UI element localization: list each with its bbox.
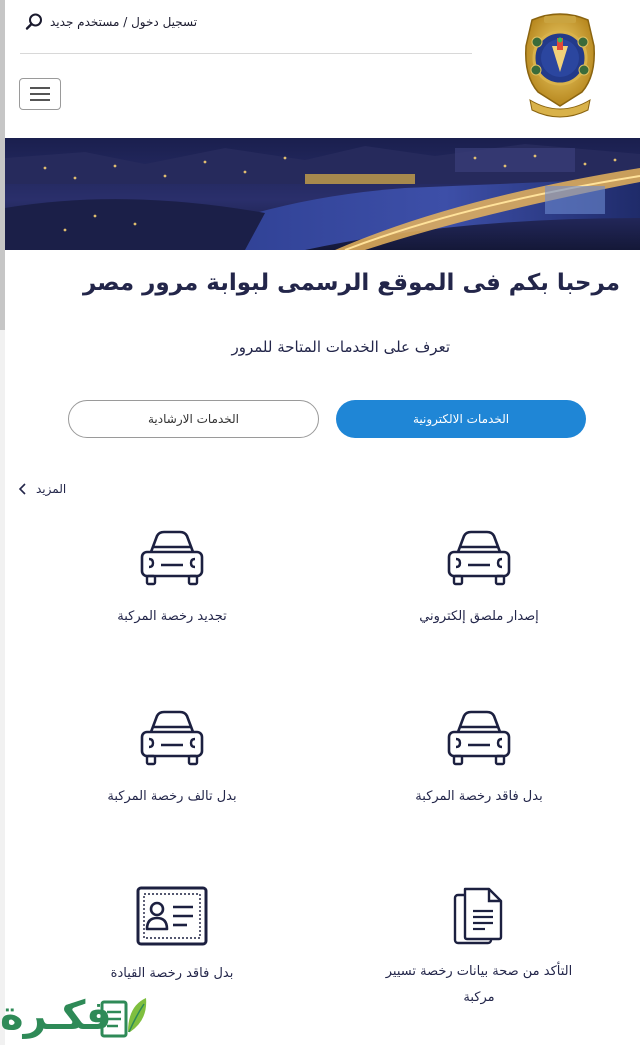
tab-guidance-services[interactable]: الخدمات الارشادية xyxy=(68,400,319,438)
service-renew-vehicle-license[interactable]: تجديد رخصة المركبة xyxy=(72,528,272,638)
book-leaf-icon xyxy=(100,998,147,1038)
site-header: تسجيل دخول / مستخدم جديد xyxy=(0,0,640,128)
document-icon xyxy=(453,887,503,945)
more-link[interactable]: المزيد xyxy=(16,480,66,498)
car-icon xyxy=(140,530,204,586)
login-register-link[interactable]: تسجيل دخول / مستخدم جديد xyxy=(24,12,197,32)
services-subtitle: تعرف على الخدمات المتاحة للمرور xyxy=(231,338,450,356)
header-divider xyxy=(20,53,472,54)
hero-banner-image xyxy=(5,138,640,250)
traffic-emblem-logo[interactable] xyxy=(522,6,598,122)
service-electronic-sticker[interactable]: إصدار ملصق إلكتروني xyxy=(379,528,579,638)
service-lost-driving-license[interactable]: بدل فاقد رخصة القيادة xyxy=(72,885,272,995)
watermark-text: فكـرة xyxy=(0,993,112,1039)
service-damaged-vehicle-license[interactable]: بدل تالف رخصة المركبة xyxy=(72,708,272,818)
hamburger-menu-icon xyxy=(30,87,50,89)
chevron-left-icon xyxy=(18,483,26,495)
service-label: بدل فاقد رخصة المركبة xyxy=(415,789,543,804)
service-label: تجديد رخصة المركبة xyxy=(117,609,227,624)
welcome-title: مرحبا بكم فى الموقع الرسمى لبوابة مرور م… xyxy=(82,270,620,296)
car-icon xyxy=(447,710,511,766)
tab-electronic-services[interactable]: الخدمات الالكترونية xyxy=(336,400,586,438)
id-card-icon xyxy=(136,886,208,946)
hamburger-menu-button[interactable] xyxy=(19,78,61,110)
search-icon[interactable] xyxy=(24,12,44,32)
login-register-label: تسجيل دخول / مستخدم جديد xyxy=(50,15,198,29)
hamburger-menu-icon xyxy=(30,93,50,95)
service-label: بدل تالف رخصة المركبة xyxy=(107,789,237,804)
fekra-watermark: فكـرة xyxy=(0,988,160,1044)
service-label-line2: مركبة xyxy=(463,990,495,1005)
more-link-label: المزيد xyxy=(36,482,67,496)
service-lost-vehicle-license[interactable]: بدل فاقد رخصة المركبة xyxy=(379,708,579,818)
car-icon xyxy=(140,710,204,766)
service-verify-vehicle-license-data[interactable]: التأكد من صحة بيانات رخصة تسيير مركبة xyxy=(379,885,579,1015)
service-label: إصدار ملصق إلكتروني xyxy=(419,609,539,624)
service-label: بدل فاقد رخصة القيادة xyxy=(110,966,234,981)
car-icon xyxy=(447,530,511,586)
hamburger-menu-icon xyxy=(30,99,50,101)
service-label-line1: التأكد من صحة بيانات رخصة تسيير xyxy=(385,964,573,979)
